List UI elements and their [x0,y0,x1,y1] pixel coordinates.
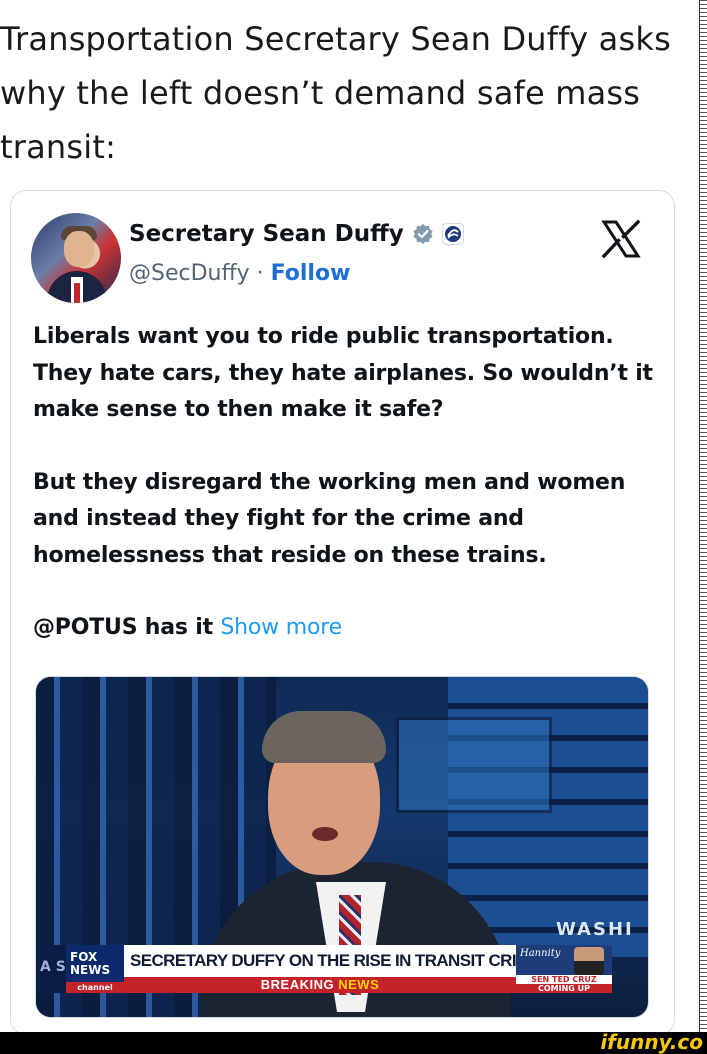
tweet-body: Liberals want you to ride public transpo… [33,319,663,683]
network-logo-channel: channel [66,982,124,993]
promo-coming-up: COMING UP [516,984,612,993]
author-name-row: Secretary Sean Duffy [129,221,464,247]
avatar-tie [74,283,80,303]
show-more-link[interactable]: Show more [220,615,342,640]
tweet-video-thumbnail[interactable]: WASHI A S FOX NEWS channel SECRETARY DUF… [35,676,649,1018]
ifunny-watermark: ifunny.co [600,1030,703,1054]
presenter-hair [262,711,386,763]
news-chyron: A S FOX NEWS channel SECRETARY DUFFY ON … [36,945,648,999]
avatar-face [64,231,94,267]
tweet-paragraph-2: But they disregard the working men and w… [33,469,626,568]
chyron-headline: SECRETARY DUFFY ON THE RISE IN TRANSIT C… [124,945,516,977]
handle-separator: · [249,261,271,286]
author-handle-row: @SecDuffy · Follow [129,261,350,286]
presenter-mouth [312,827,338,841]
tweet-paragraph-3-text: has it [137,615,221,640]
promo-show-logo: Hannity [520,948,561,959]
embedded-tweet-card[interactable]: Secretary Sean Duffy @SecDuffy · Follow … [10,190,675,1035]
page-edge-border [699,0,707,1032]
verified-badge-icon [412,223,434,245]
potus-mention-link[interactable]: @POTUS [33,615,138,640]
follow-button[interactable]: Follow [271,261,351,286]
promo-guest-photo [574,947,604,975]
x-logo-icon[interactable] [601,219,641,259]
network-logo: FOX NEWS channel [66,945,124,993]
government-affiliation-icon [441,223,464,245]
network-logo-bottom: NEWS [70,963,111,977]
post-headline: Transportation Secretary Sean Duffy asks… [0,20,671,166]
news-word: NEWS [338,977,380,992]
breaking-news-banner: BREAKING NEWS [124,977,516,993]
author-handle[interactable]: @SecDuffy [129,261,250,286]
tweet-paragraph-3: @POTUS has it Show more [33,610,663,647]
show-promo: Hannity SEN TED CRUZ COMING UP [516,945,612,993]
backdrop-text: WASHI [556,919,634,940]
studio-monitor [396,717,552,813]
watermark-bar: ifunny.co [0,1030,707,1054]
chyron-left-edge: A S [36,945,66,993]
promo-guest-name: SEN TED CRUZ [516,975,612,984]
tweet-paragraph-1: Liberals want you to ride public transpo… [33,324,653,422]
breaking-word: BREAKING [260,977,335,992]
avatar[interactable] [31,213,121,303]
author-display-name[interactable]: Secretary Sean Duffy [129,221,404,247]
